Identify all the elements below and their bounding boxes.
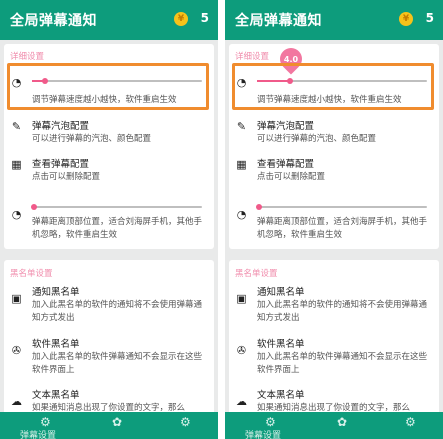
notify-blacklist-item[interactable]: ▣ 通知黑名单 加入此黑名单的软件的通知将不会使用弹幕通知方式发出 — [229, 284, 439, 324]
soft-blacklist-item[interactable]: ✇ 软件黑名单 加入此黑名单的软件弹幕通知不会显示在这些软件界面上 — [4, 336, 214, 376]
nav-label-settings[interactable]: 弹幕设置 — [245, 428, 281, 439]
gear-icon[interactable]: ⚙ — [180, 415, 191, 429]
speed-highlight-box — [232, 63, 434, 110]
coin-count: 5 — [425, 11, 434, 25]
view-config-icon: ▦ — [11, 158, 22, 171]
bubbles-icon[interactable]: ✿ — [112, 415, 122, 429]
bottom-nav: ⚙ ✿ ⚙ 弹幕设置 — [225, 412, 443, 439]
soft-blacklist-label: 软件黑名单 — [32, 339, 80, 350]
bottom-nav: ⚙ ✿ ⚙ 弹幕设置 — [0, 412, 218, 439]
right-screen: 全局弹幕通知 ¥ 5 详细设置 ◔ 调节弹幕速度越小越快，软件重启生效 ✎ 弹幕… — [225, 0, 443, 439]
left-screen: 全局弹幕通知 ¥ 5 详细设置 ◔ 调节弹幕速度越小越快，软件重启生效 ✎ 弹幕… — [0, 0, 218, 439]
bubble-config-desc: 可以进行弹幕的汽泡、颜色配置 — [32, 134, 152, 144]
position-icon: ◔ — [11, 208, 22, 221]
text-blacklist-icon: ☁ — [236, 395, 247, 408]
view-config-desc: 点击可以删除配置 — [257, 172, 326, 182]
app-title: 全局弹幕通知 — [235, 13, 322, 29]
notify-blacklist-icon: ▣ — [236, 292, 247, 305]
view-config-label: 查看弹幕配置 — [257, 159, 315, 170]
notify-blacklist-desc: 加入此黑名单的软件的通知将不会使用弹幕通知方式发出 — [32, 300, 203, 323]
section-title-detail: 详细设置 — [10, 52, 45, 62]
view-config-desc: 点击可以删除配置 — [32, 172, 101, 182]
notify-blacklist-item[interactable]: ▣ 通知黑名单 加入此黑名单的软件的通知将不会使用弹幕通知方式发出 — [4, 284, 214, 324]
app-bar: 全局弹幕通知 ¥ 5 — [0, 0, 218, 40]
offset-slider-track[interactable] — [32, 206, 202, 208]
offset-slider-thumb[interactable] — [31, 204, 37, 210]
text-blacklist-label: 文本黑名单 — [32, 390, 80, 401]
bubble-config-item[interactable]: ✎ 弹幕汽泡配置 可以进行弹幕的汽泡、颜色配置 — [4, 118, 214, 152]
view-config-label: 查看弹幕配置 — [32, 159, 90, 170]
coin-count: 5 — [200, 11, 209, 25]
notify-blacklist-label: 通知黑名单 — [257, 287, 305, 298]
bubbles-icon[interactable]: ✿ — [337, 415, 347, 429]
bubble-config-item[interactable]: ✎ 弹幕汽泡配置 可以进行弹幕的汽泡、颜色配置 — [229, 118, 439, 152]
gear-icon[interactable]: ⚙ — [405, 415, 416, 429]
offset-setting: ◔ 弹幕距离顶部位置，适合刘海屏手机，其他手机忽略，软件重启生效 — [4, 196, 214, 248]
app-title: 全局弹幕通知 — [10, 13, 97, 29]
coin-icon[interactable]: ¥ — [399, 12, 413, 26]
text-blacklist-label: 文本黑名单 — [257, 390, 305, 401]
section-title-detail: 详细设置 — [235, 52, 270, 62]
soft-blacklist-desc: 加入此黑名单的软件弹幕通知不会显示在这些软件界面上 — [32, 352, 203, 375]
speed-highlight-box — [7, 63, 209, 110]
soft-blacklist-icon: ✇ — [11, 344, 22, 357]
section-title-blacklist: 黑名单设置 — [235, 269, 278, 279]
notify-blacklist-desc: 加入此黑名单的软件的通知将不会使用弹幕通知方式发出 — [257, 300, 428, 323]
bubble-config-desc: 可以进行弹幕的汽泡、颜色配置 — [257, 134, 377, 144]
offset-slider-track[interactable] — [257, 206, 427, 208]
coin-icon[interactable]: ¥ — [174, 12, 188, 26]
notify-blacklist-icon: ▣ — [11, 292, 22, 305]
notify-blacklist-label: 通知黑名单 — [32, 287, 80, 298]
view-config-icon: ▦ — [236, 158, 247, 171]
bubble-config-label: 弹幕汽泡配置 — [257, 121, 315, 132]
offset-desc: 弹幕距离顶部位置，适合刘海屏手机，其他手机忽略，软件重启生效 — [257, 217, 428, 240]
nav-label-settings[interactable]: 弹幕设置 — [20, 428, 56, 439]
bubble-config-label: 弹幕汽泡配置 — [32, 121, 90, 132]
bubble-config-icon: ✎ — [236, 120, 247, 133]
section-title-blacklist: 黑名单设置 — [10, 269, 53, 279]
app-bar: 全局弹幕通知 ¥ 5 — [225, 0, 443, 40]
position-icon: ◔ — [236, 208, 247, 221]
settings-icon[interactable]: ⚙ — [265, 415, 276, 429]
view-config-item[interactable]: ▦ 查看弹幕配置 点击可以删除配置 — [4, 156, 214, 190]
settings-icon[interactable]: ⚙ — [40, 415, 51, 429]
bubble-config-icon: ✎ — [11, 120, 22, 133]
soft-blacklist-label: 软件黑名单 — [257, 339, 305, 350]
soft-blacklist-item[interactable]: ✇ 软件黑名单 加入此黑名单的软件弹幕通知不会显示在这些软件界面上 — [229, 336, 439, 376]
soft-blacklist-desc: 加入此黑名单的软件弹幕通知不会显示在这些软件界面上 — [257, 352, 428, 375]
offset-slider-thumb[interactable] — [256, 204, 262, 210]
offset-setting: ◔ 弹幕距离顶部位置，适合刘海屏手机，其他手机忽略，软件重启生效 — [229, 196, 439, 248]
soft-blacklist-icon: ✇ — [236, 344, 247, 357]
text-blacklist-icon: ☁ — [11, 395, 22, 408]
offset-desc: 弹幕距离顶部位置，适合刘海屏手机，其他手机忽略，软件重启生效 — [32, 217, 203, 240]
view-config-item[interactable]: ▦ 查看弹幕配置 点击可以删除配置 — [229, 156, 439, 190]
